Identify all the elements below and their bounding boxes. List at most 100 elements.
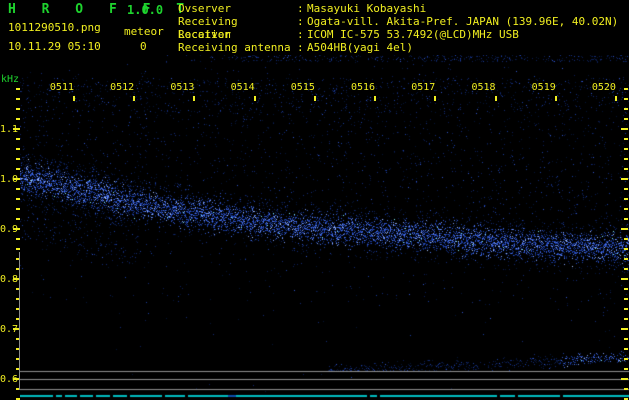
freq-tick-minor (624, 98, 628, 100)
freq-tick-minor (624, 348, 628, 350)
time-tick-mark (554, 96, 557, 101)
freq-tick-minor (16, 238, 20, 240)
freq-tick-major (621, 128, 628, 130)
freq-tick-major (621, 328, 628, 330)
output-filename: 1011290510.png (8, 21, 101, 34)
freq-tick-minor (624, 108, 628, 110)
freq-tick-minor (16, 138, 20, 140)
freq-tick-minor (624, 88, 628, 90)
observer-value: Masayuki Kobayashi (307, 2, 427, 15)
freq-tick-major (621, 278, 628, 280)
time-tick-label: 0514 (230, 82, 255, 93)
hrofft-window: H R O F F T 1.0.0 1011290510.png meteor … (0, 0, 629, 400)
freq-tick-minor (16, 248, 20, 250)
time-tick-label: 0520 (591, 82, 616, 93)
time-tick-label: 0515 (290, 82, 315, 93)
freq-tick-minor (624, 148, 628, 150)
time-tick-mark (253, 96, 256, 101)
time-tick-mark (614, 96, 617, 101)
observer-label: Ovserver (178, 2, 231, 15)
freq-tick-minor (624, 138, 628, 140)
separator: : (297, 2, 304, 15)
time-tick-mark (374, 96, 377, 101)
spectrogram-canvas (20, 55, 629, 400)
observation-datetime: 10.11.29 05:10 (8, 40, 101, 53)
receiver-value: ICOM IC-575 53.7492(@LCD)MHz USB (307, 28, 519, 41)
freq-tick-major (13, 228, 20, 230)
plot-left-border-line (19, 252, 20, 390)
freq-tick-minor (16, 88, 20, 90)
freq-tick-minor (624, 218, 628, 220)
freq-tick-label: 0.6 (0, 374, 19, 385)
time-tick-mark (494, 96, 497, 101)
time-tick-label: 0517 (411, 82, 436, 93)
time-tick-label: 0512 (110, 82, 135, 93)
observer-row: Ovserver : Masayuki Kobayashi (178, 2, 618, 15)
freq-tick-minor (624, 298, 628, 300)
time-tick-mark (434, 96, 437, 101)
freq-tick-minor (16, 218, 20, 220)
receiving-location-value: Ogata-vill. Akita-Pref. JAPAN (139.96E, … (307, 15, 619, 28)
freq-tick-major (13, 128, 20, 130)
receiving-antenna-row: Receiving antenna : A504HB(yagi 4el) (178, 41, 618, 54)
receiving-location-label: Receiving Location (178, 15, 238, 41)
freq-tick-minor (624, 318, 628, 320)
freq-tick-minor (624, 368, 628, 370)
freq-tick-minor (624, 388, 628, 390)
freq-tick-minor (624, 198, 628, 200)
time-tick-mark (73, 96, 75, 101)
freq-tick-minor (16, 148, 20, 150)
freq-tick-minor (624, 168, 628, 170)
freq-tick-minor (16, 98, 20, 100)
freq-tick-minor (16, 158, 20, 160)
app-title: H R O F F T (8, 2, 194, 17)
freq-tick-major (13, 178, 20, 180)
receiver-label: Receiver (178, 28, 231, 41)
separator: : (297, 28, 304, 41)
freq-tick-minor (624, 288, 628, 290)
separator: : (297, 15, 304, 28)
freq-tick-major (621, 378, 628, 380)
time-tick-label: 0519 (531, 82, 556, 93)
freq-tick-minor (624, 258, 628, 260)
freq-tick-major (621, 228, 628, 230)
freq-tick-minor (624, 358, 628, 360)
freq-tick-minor (16, 168, 20, 170)
freq-tick-minor (624, 338, 628, 340)
freq-tick-minor (624, 238, 628, 240)
freq-tick-label: 1.0 (0, 174, 19, 185)
observation-info: Ovserver : Masayuki Kobayashi Receiving … (178, 2, 618, 54)
time-tick-label: 0516 (351, 82, 376, 93)
freq-tick-minor (624, 208, 628, 210)
freq-tick-label: 0.8 (0, 274, 19, 285)
freq-tick-label: 1.1 (0, 124, 19, 135)
freq-tick-minor (624, 118, 628, 120)
freq-tick-minor (624, 188, 628, 190)
meteor-count: 0 (140, 40, 147, 53)
time-tick-mark (193, 96, 196, 101)
freq-tick-label: 0.9 (0, 224, 19, 235)
receiver-row: Receiver : ICOM IC-575 53.7492(@LCD)MHz … (178, 28, 618, 41)
freq-tick-minor (16, 188, 20, 190)
freq-axis-unit-label: kHz (1, 74, 20, 85)
time-tick-mark (313, 96, 316, 101)
receiving-antenna-value: A504HB(yagi 4el) (307, 41, 413, 54)
time-tick-label: 0513 (170, 82, 195, 93)
freq-tick-minor (16, 118, 20, 120)
freq-tick-minor (624, 308, 628, 310)
freq-tick-minor (624, 158, 628, 160)
freq-tick-minor (16, 108, 20, 110)
freq-tick-minor (16, 198, 20, 200)
time-tick-mark (133, 96, 136, 101)
receiving-location-row: Receiving Location : Ogata-vill. Akita-P… (178, 15, 619, 41)
freq-tick-minor (624, 248, 628, 250)
freq-tick-major (621, 178, 628, 180)
app-version: 1.0.0 (127, 3, 164, 17)
separator: : (297, 41, 304, 54)
time-tick-label: 0511 (49, 82, 74, 93)
freq-tick-minor (16, 208, 20, 210)
time-tick-label: 0518 (471, 82, 496, 93)
receiving-antenna-label: Receiving antenna (178, 41, 291, 54)
freq-tick-label: 0.7 (0, 324, 19, 335)
freq-tick-minor (624, 268, 628, 270)
